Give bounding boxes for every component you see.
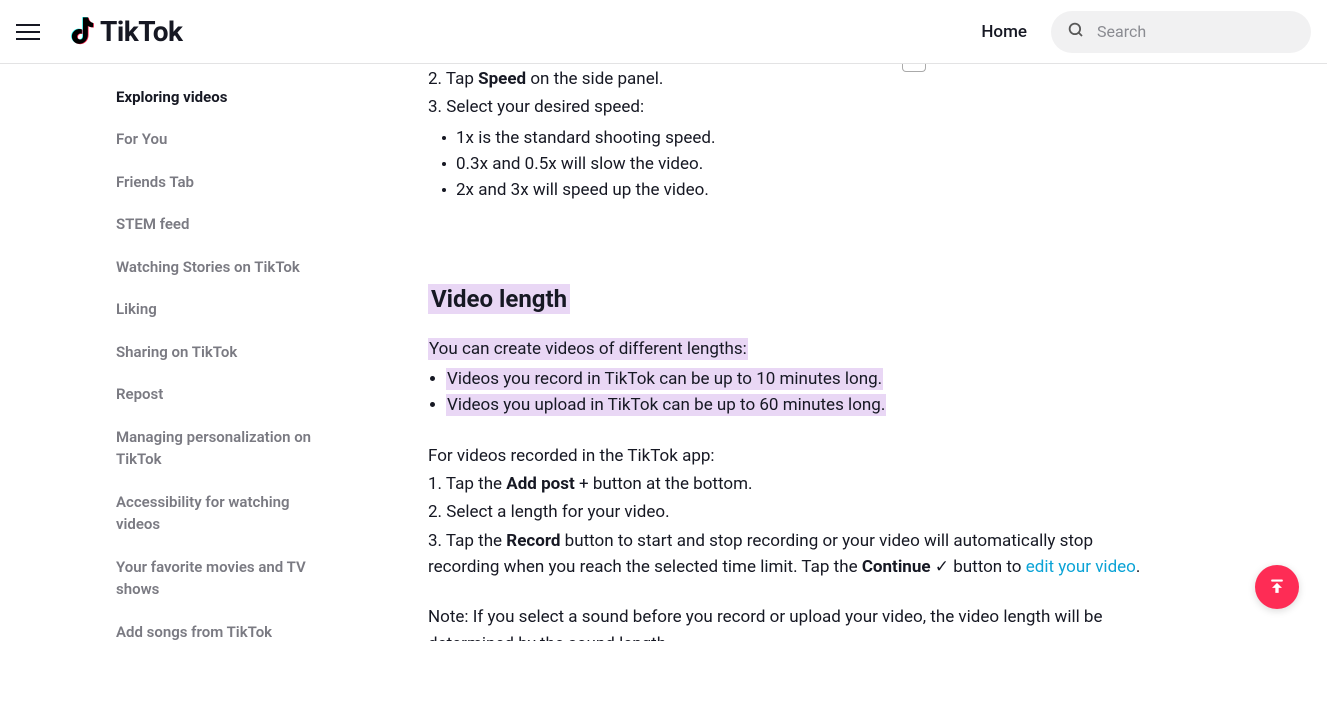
rec-step-3: 3. Tap the Record button to start and st… <box>428 528 1158 581</box>
rec-step-2: 2. Select a length for your video. <box>428 499 1182 525</box>
speed-bullets: 1x is the standard shooting speed. 0.3x … <box>442 125 1182 204</box>
sidebar-heading: Exploring videos <box>116 80 360 114</box>
logo-text: TikTok <box>100 15 182 48</box>
logo[interactable]: TikTok <box>68 15 182 48</box>
sidebar-item-friends[interactable]: Friends Tab <box>116 161 336 204</box>
sidebar-item-songs[interactable]: Add songs from TikTok <box>116 611 336 642</box>
sidebar-item-personalization[interactable]: Managing personalization on TikTok <box>116 416 336 481</box>
scroll-to-top-button[interactable] <box>1255 565 1299 609</box>
sidebar-item-stem[interactable]: STEM feed <box>116 203 336 246</box>
video-length-intro: You can create videos of different lengt… <box>428 336 1182 362</box>
recorded-intro: For videos recorded in the TikTok app: <box>428 443 1182 469</box>
search-input[interactable] <box>1097 22 1295 41</box>
tiktok-note-icon <box>68 17 94 47</box>
edit-video-link[interactable]: edit your video <box>1026 557 1136 577</box>
sidebar: Exploring videos For You Friends Tab STE… <box>0 64 360 641</box>
sidebar-item-repost[interactable]: Repost <box>116 373 336 416</box>
speed-bullet: 1x is the standard shooting speed. <box>442 125 1182 151</box>
dismiss-indicator <box>902 64 926 72</box>
header: TikTok Home <box>0 0 1327 64</box>
step-2: 2. Tap Speed on the side panel. <box>428 66 1182 92</box>
sidebar-item-movies[interactable]: Your favorite movies and TV shows <box>116 546 336 611</box>
note-text: Note: If you select a sound before you r… <box>428 604 1148 641</box>
home-link[interactable]: Home <box>981 22 1027 42</box>
sidebar-item-stories[interactable]: Watching Stories on TikTok <box>116 246 336 289</box>
sidebar-item-sharing[interactable]: Sharing on TikTok <box>116 331 336 374</box>
list-item: Videos you record in TikTok can be up to… <box>428 366 1182 392</box>
step-3: 3. Select your desired speed: <box>428 94 1182 120</box>
sidebar-item-liking[interactable]: Liking <box>116 288 336 331</box>
list-item: Videos you upload in TikTok can be up to… <box>428 392 1182 418</box>
video-length-heading: Video length <box>428 204 1182 336</box>
menu-toggle-icon[interactable] <box>16 20 40 44</box>
rec-step-1: 1. Tap the Add post + button at the bott… <box>428 471 1182 497</box>
video-length-bullets: Videos you record in TikTok can be up to… <box>428 366 1182 419</box>
search-box[interactable] <box>1051 11 1311 53</box>
main-content: 2. Tap Speed on the side panel. 3. Selec… <box>360 64 1327 641</box>
sidebar-item-accessibility[interactable]: Accessibility for watching videos <box>116 481 336 546</box>
sidebar-item-for-you[interactable]: For You <box>116 118 336 161</box>
arrow-up-icon <box>1267 577 1287 597</box>
speed-bullet: 0.3x and 0.5x will slow the video. <box>442 151 1182 177</box>
search-icon <box>1067 21 1085 43</box>
speed-bullet: 2x and 3x will speed up the video. <box>442 177 1182 203</box>
